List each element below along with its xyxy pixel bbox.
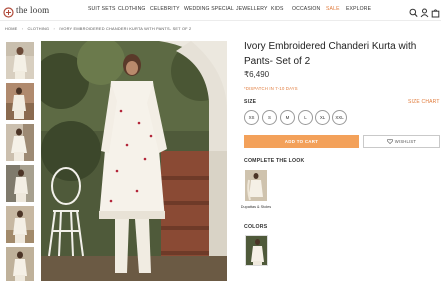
nav-item-kids[interactable]: KIDS bbox=[271, 6, 284, 12]
breadcrumb-current: IVORY EMBROIDERED CHANDERI KURTA WITH PA… bbox=[59, 26, 192, 31]
nav-item-occasion[interactable]: OCCASION bbox=[292, 6, 320, 12]
size-option-m[interactable]: M bbox=[280, 110, 295, 125]
breadcrumb-home[interactable]: HOME bbox=[5, 26, 17, 31]
product-thumbnail[interactable] bbox=[6, 124, 34, 161]
size-label: SIZE bbox=[244, 99, 257, 105]
breadcrumb-clothing[interactable]: CLOTHING bbox=[28, 26, 50, 31]
product-thumbnail[interactable] bbox=[6, 247, 34, 281]
dispatch-note: *DISPATCH IN 7-10 DAYS bbox=[244, 86, 298, 91]
product-thumbnail[interactable] bbox=[6, 206, 34, 243]
wishlist-label: WISHLIST bbox=[394, 139, 417, 144]
complete-the-look-heading: COMPLETE THE LOOK bbox=[244, 158, 305, 164]
size-option-xs[interactable]: XS bbox=[244, 110, 259, 125]
size-option-xxl[interactable]: XXL bbox=[332, 110, 347, 125]
nav-item-clothing[interactable]: CLOTHING bbox=[118, 6, 146, 12]
size-option-s[interactable]: S bbox=[262, 110, 277, 125]
nav-item-jewellery[interactable]: JEWELLERY bbox=[236, 6, 268, 12]
breadcrumb-separator: › bbox=[53, 26, 56, 31]
product-thumbnail[interactable] bbox=[6, 83, 34, 120]
product-main-image[interactable] bbox=[41, 41, 227, 281]
product-thumbnail[interactable] bbox=[6, 42, 34, 79]
breadcrumb: HOME › CLOTHING › IVORY EMBROIDERED CHAN… bbox=[5, 26, 194, 31]
color-option-swatch[interactable] bbox=[245, 235, 268, 266]
size-option-xl[interactable]: XL bbox=[315, 110, 330, 125]
nav-item-suit-sets[interactable]: SUIT SETS bbox=[88, 6, 116, 12]
nav-item-celebrity[interactable]: CELEBRITY bbox=[150, 6, 180, 12]
look-item-image[interactable] bbox=[245, 170, 267, 201]
size-option-l[interactable]: L bbox=[298, 110, 313, 125]
nav-item-wedding-special[interactable]: WEDDING SPECIAL bbox=[184, 6, 234, 12]
main-nav: SUIT SETS CLOTHING CELEBRITY WEDDING SPE… bbox=[0, 6, 441, 16]
product-price: ₹6,490 bbox=[244, 70, 270, 79]
wishlist-button[interactable]: WISHLIST bbox=[363, 135, 440, 148]
breadcrumb-separator: › bbox=[21, 26, 24, 31]
user-icon[interactable] bbox=[420, 5, 429, 18]
product-title: Ivory Embroidered Chanderi Kurta with Pa… bbox=[244, 41, 417, 67]
size-chart-link[interactable]: SIZE CHART bbox=[408, 99, 440, 105]
add-to-cart-button[interactable]: ADD TO CART bbox=[244, 135, 359, 148]
site-header: the loom SUIT SETS CLOTHING CELEBRITY WE… bbox=[0, 0, 441, 21]
colors-heading: COLORS bbox=[244, 224, 268, 230]
bag-icon[interactable] bbox=[431, 5, 440, 18]
look-item-label[interactable]: Dupattas & Stoles bbox=[240, 205, 272, 211]
heart-icon bbox=[386, 138, 393, 145]
nav-item-explore[interactable]: EXPLORE bbox=[346, 6, 371, 12]
product-thumbnail[interactable] bbox=[6, 165, 34, 202]
nav-item-sale[interactable]: SALE bbox=[326, 6, 340, 12]
search-icon[interactable] bbox=[409, 5, 418, 17]
